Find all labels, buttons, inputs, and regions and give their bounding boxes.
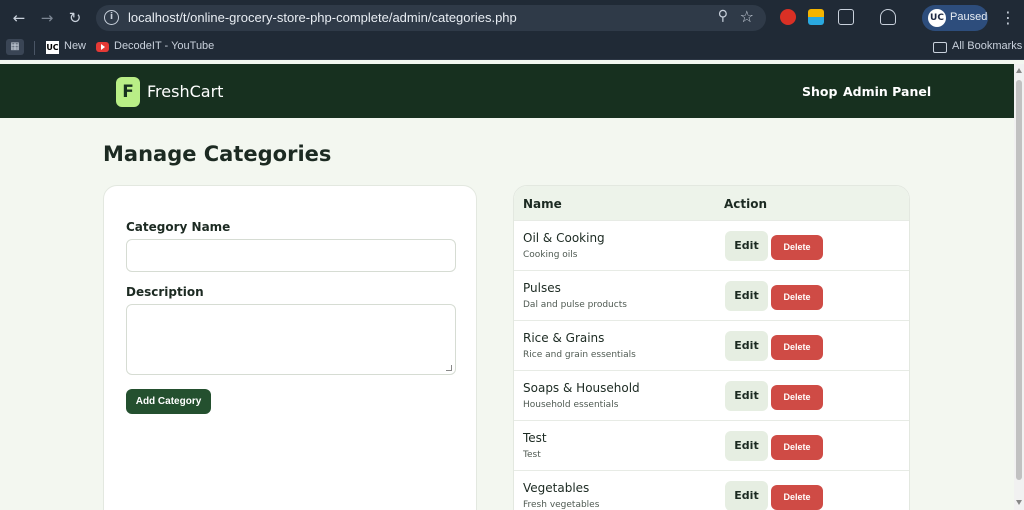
table-row: Pulses Dal and pulse products Edit Delet… xyxy=(514,270,909,320)
bookmark-star-icon[interactable]: ☆ xyxy=(740,7,754,26)
table-row: Test Test Edit Delete xyxy=(514,420,909,470)
menu-kebab-icon[interactable]: ⋮ xyxy=(1000,8,1016,27)
category-name-input[interactable] xyxy=(126,239,456,272)
edit-button[interactable]: Edit xyxy=(725,231,768,261)
forward-arrow-icon[interactable]: → xyxy=(38,9,56,27)
extensions-puzzle-icon[interactable] xyxy=(838,9,854,25)
edit-button[interactable]: Edit xyxy=(725,331,768,361)
delete-button[interactable]: Delete xyxy=(771,385,823,410)
profile-status: Paused xyxy=(950,11,988,23)
category-name-label: Category Name xyxy=(126,220,231,234)
column-header-action: Action xyxy=(724,197,768,211)
bookmark-youtube[interactable]: DecodeIT - YouTube xyxy=(114,40,214,52)
apps-grid-icon[interactable]: ▦ xyxy=(6,39,24,55)
table-row: Soaps & Household Household essentials E… xyxy=(514,370,909,420)
category-description: Rice and grain essentials xyxy=(523,350,636,360)
scroll-down-arrow-icon[interactable] xyxy=(1016,500,1022,505)
add-category-button[interactable]: Add Category xyxy=(126,389,211,414)
lab-icon[interactable] xyxy=(880,9,896,25)
reload-icon[interactable]: ↻ xyxy=(66,9,84,27)
address-bar[interactable]: i localhost/t/online-grocery-store-php-c… xyxy=(96,5,766,31)
category-name: Vegetables xyxy=(523,481,590,495)
resize-handle-icon[interactable] xyxy=(446,365,452,371)
back-arrow-icon[interactable]: ← xyxy=(10,9,28,27)
bookmarks-bar: ▦ UC New DecodeIT - YouTube All Bookmark… xyxy=(0,36,1024,60)
table-header: Name Action xyxy=(514,186,909,220)
browser-toolbar: ← → ↻ i localhost/t/online-grocery-store… xyxy=(0,0,1024,36)
zoom-icon[interactable]: ⚲ xyxy=(718,8,728,24)
extension-yellow-icon[interactable] xyxy=(808,9,824,25)
edit-button[interactable]: Edit xyxy=(725,481,768,510)
page-title: Manage Categories xyxy=(103,142,332,166)
category-name: Soaps & Household xyxy=(523,381,640,395)
description-textarea[interactable] xyxy=(126,304,456,375)
categories-table: Name Action Oil & Cooking Cooking oils E… xyxy=(513,185,910,510)
uc-icon: UC xyxy=(46,41,59,54)
brand-name[interactable]: FreshCart xyxy=(147,82,223,101)
category-name: Pulses xyxy=(523,281,561,295)
add-category-form: Category Name Description Add Category xyxy=(103,185,477,510)
category-name: Rice & Grains xyxy=(523,331,605,345)
youtube-icon xyxy=(96,42,109,52)
bookmark-new[interactable]: New xyxy=(64,40,86,52)
page-scrollbar[interactable] xyxy=(1014,64,1024,510)
edit-button[interactable]: Edit xyxy=(725,281,768,311)
edit-button[interactable]: Edit xyxy=(725,381,768,411)
delete-button[interactable]: Delete xyxy=(771,485,823,510)
logo[interactable]: F xyxy=(116,77,140,107)
nav-admin-panel[interactable]: Admin Panel xyxy=(843,84,931,99)
category-description: Dal and pulse products xyxy=(523,300,627,310)
url-text[interactable]: localhost/t/online-grocery-store-php-com… xyxy=(128,10,517,25)
delete-button[interactable]: Delete xyxy=(771,285,823,310)
scroll-up-arrow-icon[interactable] xyxy=(1016,68,1022,73)
category-description: Fresh vegetables xyxy=(523,500,600,510)
category-description: Cooking oils xyxy=(523,250,578,260)
category-description: Test xyxy=(523,450,541,460)
column-header-name: Name xyxy=(523,197,562,211)
category-description: Household essentials xyxy=(523,400,619,410)
nav-shop[interactable]: Shop xyxy=(802,84,837,99)
table-row: Rice & Grains Rice and grain essentials … xyxy=(514,320,909,370)
delete-button[interactable]: Delete xyxy=(771,435,823,460)
extension-red-icon[interactable] xyxy=(780,9,796,25)
scroll-thumb[interactable] xyxy=(1016,80,1022,480)
site-header: F FreshCart Shop Admin Panel xyxy=(0,64,1014,118)
folder-icon xyxy=(933,42,947,53)
edit-button[interactable]: Edit xyxy=(725,431,768,461)
all-bookmarks[interactable]: All Bookmarks xyxy=(952,40,1022,52)
profile-button[interactable]: UC Paused xyxy=(922,5,988,31)
category-name: Oil & Cooking xyxy=(523,231,605,245)
bookmarks-divider xyxy=(34,41,35,55)
delete-button[interactable]: Delete xyxy=(771,235,823,260)
table-row: Oil & Cooking Cooking oils Edit Delete xyxy=(514,220,909,270)
table-row: Vegetables Fresh vegetables Edit Delete xyxy=(514,470,909,510)
avatar: UC xyxy=(928,9,946,27)
delete-button[interactable]: Delete xyxy=(771,335,823,360)
site-info-icon[interactable]: i xyxy=(104,10,119,25)
category-name: Test xyxy=(523,431,547,445)
description-label: Description xyxy=(126,285,204,299)
